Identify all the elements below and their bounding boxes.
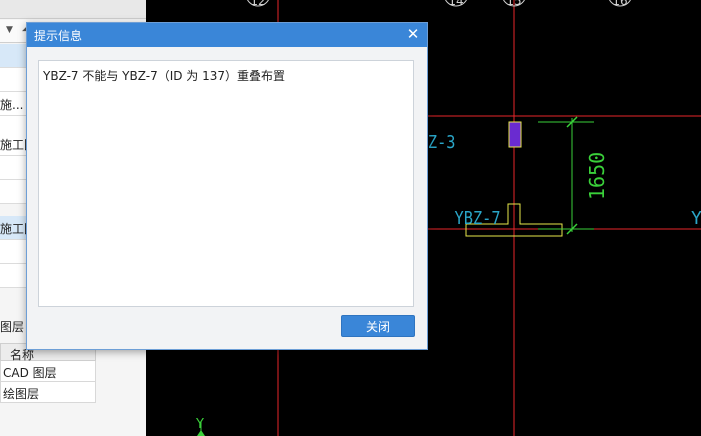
panel-row-label: 施... xyxy=(0,98,24,112)
axis-label: 16 xyxy=(612,0,627,8)
panel-header xyxy=(0,0,146,19)
ybz7-label: YBZ-7 xyxy=(455,207,501,229)
ybz-partial-label: Y xyxy=(691,208,701,229)
axis-bubble: 16 xyxy=(609,0,631,8)
dialog-title: 提示信息 xyxy=(34,29,83,43)
dialog-titlebar[interactable]: 提示信息 ✕ xyxy=(27,23,427,47)
axis-bubble: 15 xyxy=(503,0,525,8)
axis-bubble: 12 xyxy=(247,0,269,8)
axis-bubble: 14 xyxy=(445,0,467,8)
dialog-message-box: YBZ-7 不能与 YBZ-7（ID 为 137）重叠布置 xyxy=(38,60,414,307)
dimension-value: 1650 xyxy=(585,152,609,200)
layer-name: CAD 图层 xyxy=(3,366,57,380)
dialog-message: YBZ-7 不能与 YBZ-7（ID 为 137）重叠布置 xyxy=(43,69,286,83)
close-button[interactable]: 关闭 xyxy=(341,315,415,337)
message-dialog: 提示信息 ✕ YBZ-7 不能与 YBZ-7（ID 为 137）重叠布置 关闭 xyxy=(26,22,428,350)
axis-label: 14 xyxy=(448,0,463,8)
axis-label: 12 xyxy=(250,0,265,8)
axis-label: 15 xyxy=(506,0,521,8)
dropdown-arrow-icon[interactable]: ▼ xyxy=(6,25,13,35)
layer-section-title: 图层 xyxy=(0,320,25,334)
layer-name: 绘图层 xyxy=(3,387,40,401)
layer-table: 名称 CAD 图层 绘图层 xyxy=(0,343,96,403)
layer-table-row[interactable]: CAD 图层 xyxy=(0,361,96,382)
close-icon[interactable]: ✕ xyxy=(405,25,421,43)
ucs-y-label: Y xyxy=(195,417,204,432)
ybz3-column xyxy=(508,121,522,148)
layer-table-row[interactable]: 绘图层 xyxy=(0,382,96,403)
